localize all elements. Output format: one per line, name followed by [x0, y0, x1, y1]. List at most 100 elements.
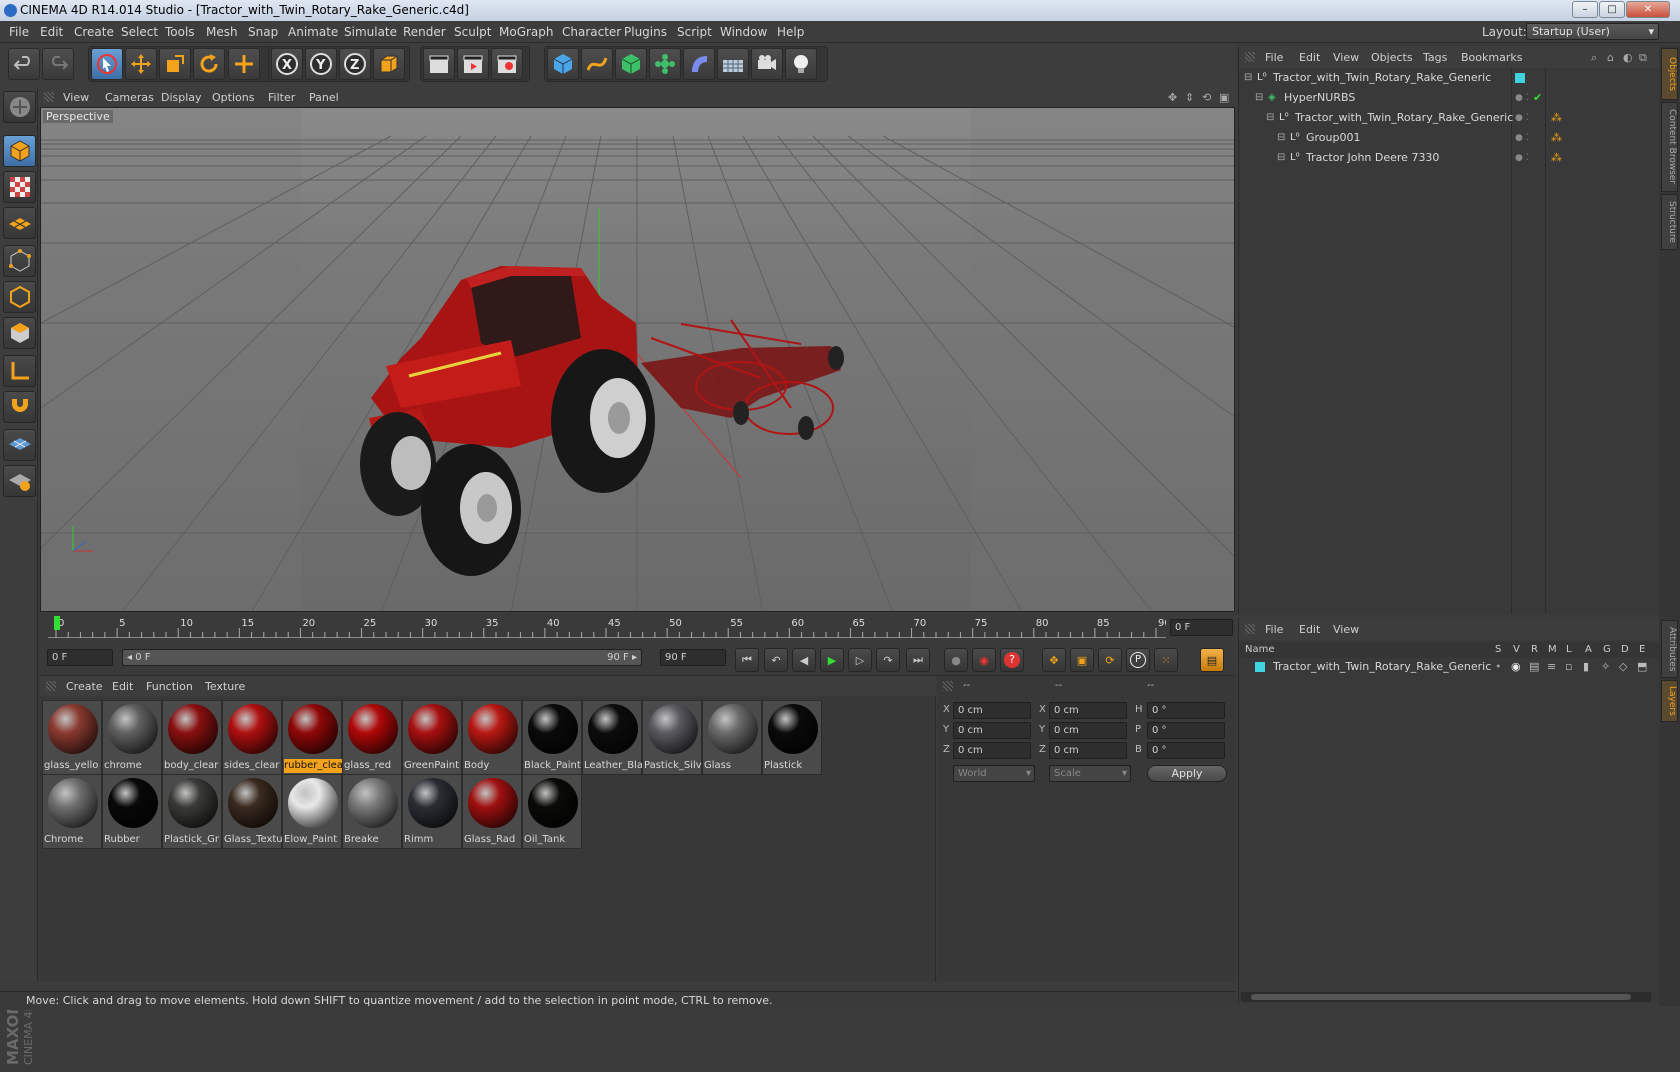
menu-edit[interactable]: Edit: [40, 25, 63, 39]
edges-mode-button[interactable]: [3, 281, 36, 313]
col-animation[interactable]: A: [1585, 642, 1592, 658]
grid-lock-button[interactable]: [3, 429, 36, 461]
zoom-view-icon[interactable]: ⇕: [1185, 91, 1194, 104]
layer-menu-view[interactable]: View: [1333, 623, 1359, 636]
menu-animate[interactable]: Animate: [288, 25, 338, 39]
timeline-ruler[interactable]: 051015202530354045505560657075808590 0 F: [40, 614, 1235, 644]
close-button[interactable]: ✕: [1626, 1, 1670, 18]
layer-menu-file[interactable]: File: [1265, 623, 1283, 636]
vp-menu-cameras[interactable]: Cameras: [105, 91, 154, 104]
menu-file[interactable]: File: [9, 25, 29, 39]
layer-row[interactable]: Tractor_with_Twin_Rotary_Rake_Generic • …: [1239, 658, 1659, 676]
pos-y-field[interactable]: 0 cm: [953, 722, 1031, 739]
object-row[interactable]: ⊟ L⁰ Group001 ● ⁚ ⁂: [1239, 128, 1659, 148]
object-row[interactable]: ⊟ L⁰ Tractor John Deere 7330 ● ⁚ ⁂: [1239, 148, 1659, 168]
frame-range-slider[interactable]: ◂ 0 F 90 F ▸: [122, 649, 642, 666]
material-swatch[interactable]: Rimm: [402, 774, 462, 849]
pos-x-field[interactable]: 0 cm: [953, 702, 1031, 719]
deformer-button[interactable]: [683, 48, 715, 80]
texture-mode-button[interactable]: [3, 171, 36, 203]
next-key-button[interactable]: ↷: [876, 648, 900, 672]
col-solo[interactable]: S: [1495, 642, 1501, 658]
axis-mode-button[interactable]: [3, 355, 36, 387]
menu-tools[interactable]: Tools: [165, 25, 195, 39]
mat-menu-function[interactable]: Function: [146, 680, 193, 693]
col-expressions[interactable]: E: [1639, 642, 1645, 658]
camera-button[interactable]: [751, 48, 783, 80]
rotate-view-icon[interactable]: ⟲: [1202, 91, 1211, 104]
render-settings-button[interactable]: [491, 48, 523, 80]
obj-menu-objects[interactable]: Objects: [1371, 51, 1413, 64]
make-editable-button[interactable]: [3, 91, 36, 123]
col-render[interactable]: R: [1531, 642, 1538, 658]
visibility-dots-icon[interactable]: ● ⁚: [1515, 88, 1529, 108]
tab-objects[interactable]: Objects: [1661, 48, 1678, 100]
obj-menu-edit[interactable]: Edit: [1299, 51, 1320, 64]
record-keys-button[interactable]: ●: [944, 648, 968, 672]
polygons-mode-button[interactable]: [3, 317, 36, 349]
menu-help[interactable]: Help: [777, 25, 804, 39]
col-deformers[interactable]: D: [1621, 642, 1629, 658]
floor-button[interactable]: [717, 48, 749, 80]
menu-character[interactable]: Character: [562, 25, 621, 39]
render-to-picture-viewer-button[interactable]: [457, 48, 489, 80]
material-swatch[interactable]: body_clear: [162, 700, 222, 775]
tab-content-browser[interactable]: Content Browser: [1661, 102, 1678, 192]
scale-tool-button[interactable]: [159, 48, 191, 80]
render-icon[interactable]: ▤: [1529, 658, 1539, 676]
home-icon[interactable]: ⌂: [1607, 51, 1614, 64]
play-button[interactable]: ▶: [820, 648, 844, 672]
minimize-button[interactable]: –: [1572, 1, 1598, 18]
recent-tool-button[interactable]: [228, 48, 260, 80]
visibility-dots-icon[interactable]: ● ⁚: [1515, 148, 1529, 168]
material-tags-icon[interactable]: ⁂: [1551, 148, 1562, 168]
object-row[interactable]: ⊟ ◈ HyperNURBS ● ⁚ ✔: [1239, 88, 1659, 108]
size-z-field[interactable]: 0 cm: [1049, 742, 1127, 759]
mat-menu-create[interactable]: Create: [66, 680, 103, 693]
menu-sculpt[interactable]: Sculpt: [454, 25, 491, 39]
spline-button[interactable]: [581, 48, 613, 80]
keyframe-selection-button[interactable]: ?: [1000, 648, 1024, 672]
col-view[interactable]: V: [1513, 642, 1520, 658]
workplane-mode-button[interactable]: [3, 207, 36, 239]
material-swatch[interactable]: Leather_Bla: [582, 700, 642, 775]
cube-button[interactable]: [547, 48, 579, 80]
new-window-icon[interactable]: ⧉: [1639, 51, 1647, 65]
col-manager[interactable]: M: [1548, 642, 1557, 658]
layout-dropdown[interactable]: Startup (User) ▾: [1526, 23, 1659, 40]
size-y-field[interactable]: 0 cm: [1049, 722, 1127, 739]
tab-layers[interactable]: Layers: [1661, 680, 1678, 722]
prev-frame-button[interactable]: ◀: [792, 648, 816, 672]
expression-icon[interactable]: ⬒: [1637, 658, 1647, 676]
layer-color-swatch[interactable]: [1515, 73, 1525, 83]
nurbs-button[interactable]: [615, 48, 647, 80]
apply-button[interactable]: Apply: [1147, 765, 1227, 782]
animation-icon[interactable]: ▮: [1583, 658, 1589, 676]
visibility-dots-icon[interactable]: ● ⁚: [1515, 128, 1529, 148]
object-row[interactable]: ⊟ L⁰ Tractor_with_Twin_Rotary_Rake_Generic…: [1239, 108, 1659, 128]
timeline-window-button[interactable]: ▤: [1200, 648, 1224, 672]
key-pla-button[interactable]: ⁙: [1154, 648, 1178, 672]
material-swatch[interactable]: Plastick_Gr: [162, 774, 222, 849]
menu-create[interactable]: Create: [74, 25, 114, 39]
menu-select[interactable]: Select: [121, 25, 158, 39]
deformer-icon[interactable]: ◇: [1619, 658, 1627, 676]
material-swatch[interactable]: Glass: [702, 700, 762, 775]
undo-button[interactable]: [8, 48, 40, 80]
layer-menu-edit[interactable]: Edit: [1299, 623, 1320, 636]
menu-simulate[interactable]: Simulate: [344, 25, 397, 39]
playhead-marker[interactable]: [54, 616, 60, 630]
pos-z-field[interactable]: 0 cm: [953, 742, 1031, 759]
expand-toggle-icon[interactable]: ⊟: [1277, 148, 1285, 168]
material-swatch[interactable]: rubber_clea: [282, 700, 342, 775]
visibility-dots-icon[interactable]: ● ⁚: [1515, 108, 1529, 128]
key-rotation-button[interactable]: ⟳: [1098, 648, 1122, 672]
menu-mograph[interactable]: MoGraph: [499, 25, 554, 39]
menu-snap[interactable]: Snap: [248, 25, 278, 39]
light-button[interactable]: [785, 48, 817, 80]
menu-render[interactable]: Render: [403, 25, 446, 39]
generator-icon[interactable]: ✧: [1601, 658, 1610, 676]
object-row[interactable]: ⊟ L⁰ Tractor_with_Twin_Rotary_Rake_Generic: [1239, 68, 1659, 88]
obj-menu-tags[interactable]: Tags: [1423, 51, 1447, 64]
mat-menu-edit[interactable]: Edit: [112, 680, 133, 693]
